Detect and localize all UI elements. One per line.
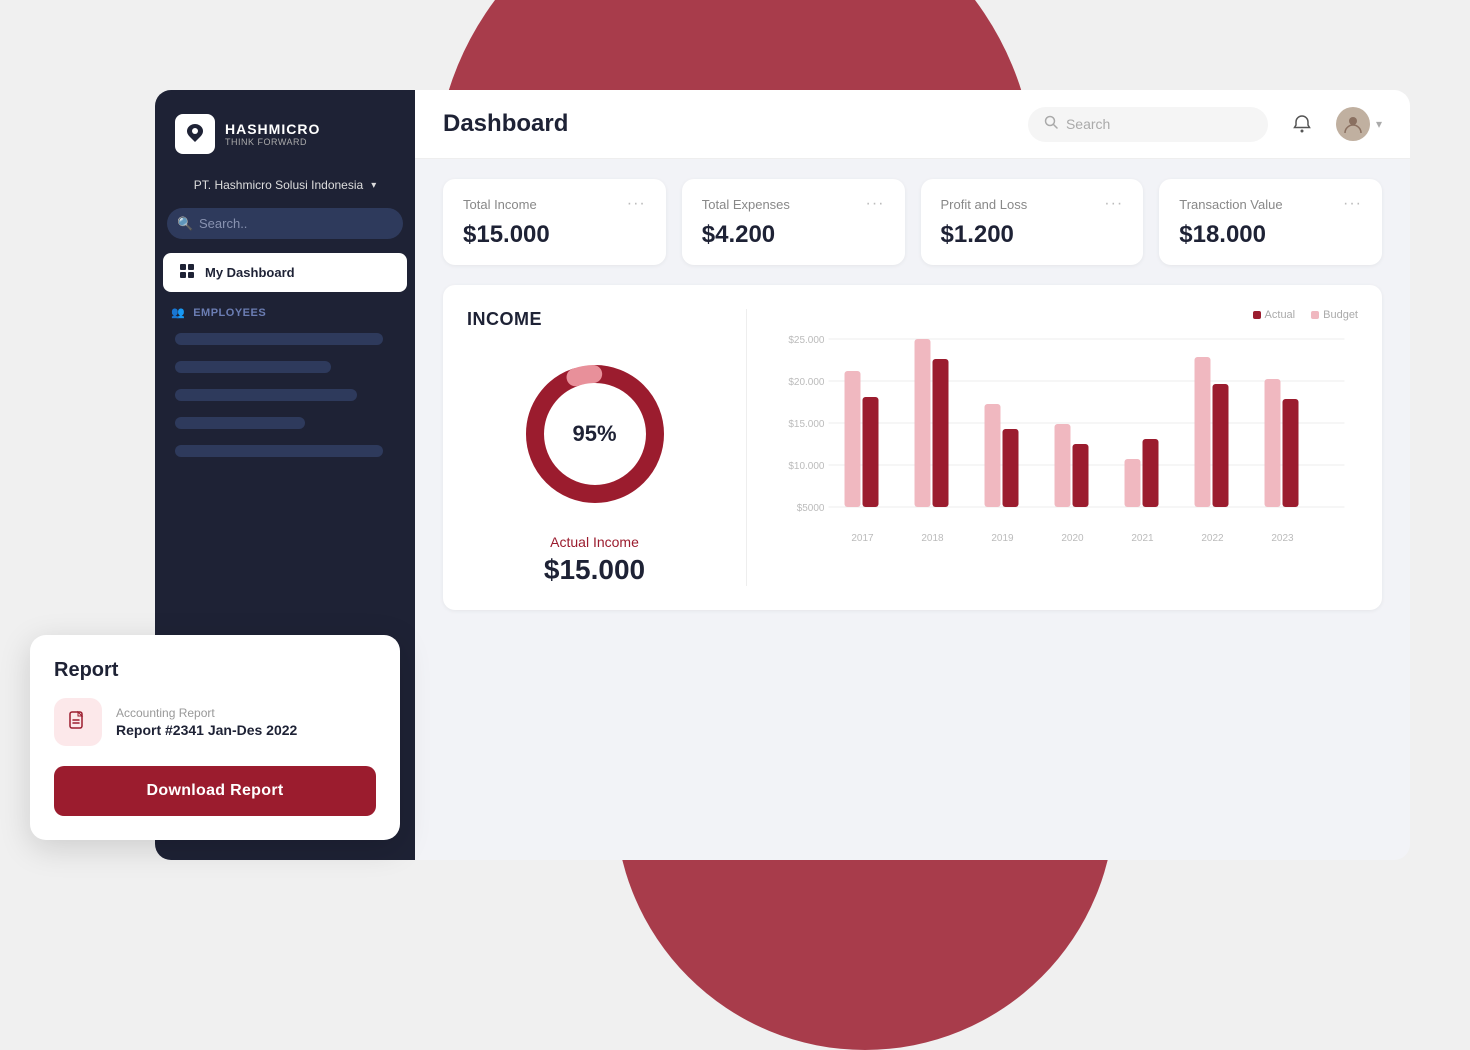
sidebar-item-dashboard[interactable]: My Dashboard — [163, 253, 407, 292]
search-bar-icon — [1044, 115, 1058, 134]
svg-text:2017: 2017 — [851, 533, 874, 544]
report-file-icon — [54, 698, 102, 746]
main-content: Dashboard — [415, 90, 1410, 860]
skeleton-item-5 — [175, 445, 383, 457]
svg-text:$5000: $5000 — [797, 503, 825, 514]
sidebar-logo: HASHMICRO THINK FORWARD — [155, 90, 415, 170]
kpi-transaction-more[interactable]: ··· — [1343, 195, 1362, 213]
skeleton-item-2 — [175, 361, 331, 373]
skeleton-item-1 — [175, 333, 383, 345]
bar-chart-container: $25.000 $20.000 $15.000 $10.000 $5000 20… — [771, 329, 1358, 586]
svg-text:2022: 2022 — [1201, 533, 1224, 544]
report-item: Accounting Report Report #2341 Jan-Des 2… — [54, 698, 376, 746]
kpi-profit-value: $1.200 — [941, 221, 1124, 249]
actual-income-label: Actual Income — [550, 534, 639, 550]
svg-text:2023: 2023 — [1271, 533, 1294, 544]
income-right: Actual Budget — [747, 309, 1358, 586]
top-bar-right: ▾ — [1028, 106, 1382, 142]
actual-income-value: $15.000 — [544, 554, 645, 586]
legend-budget: Budget — [1311, 309, 1358, 321]
kpi-row: Total Income ··· $15.000 Total Expenses … — [443, 179, 1382, 265]
user-menu-button[interactable]: ▾ — [1336, 107, 1382, 141]
kpi-income-value: $15.000 — [463, 221, 646, 249]
legend-budget-dot — [1311, 311, 1319, 319]
kpi-income-more[interactable]: ··· — [627, 195, 646, 213]
svg-text:$15.000: $15.000 — [788, 419, 825, 430]
kpi-expenses-title: Total Expenses — [702, 197, 790, 212]
kpi-transaction-title: Transaction Value — [1179, 197, 1282, 212]
kpi-transaction-value: $18.000 — [1179, 221, 1362, 249]
kpi-card-profit: Profit and Loss ··· $1.200 — [921, 179, 1144, 265]
bar-chart-svg: $25.000 $20.000 $15.000 $10.000 $5000 20… — [771, 329, 1358, 549]
top-bar: Dashboard — [415, 90, 1410, 159]
dashboard-nav-label: My Dashboard — [205, 265, 295, 280]
donut-chart: 95% — [515, 354, 675, 514]
search-input[interactable] — [1066, 116, 1252, 132]
donut-percent-label: 95% — [572, 421, 616, 447]
download-report-button[interactable]: Download Report — [54, 766, 376, 816]
svg-text:2020: 2020 — [1061, 533, 1084, 544]
employees-section-label: 👥 EMPLOYEES — [155, 294, 415, 325]
report-card-title: Report — [54, 659, 376, 682]
income-title: INCOME — [467, 309, 542, 330]
svg-text:2021: 2021 — [1131, 533, 1154, 544]
income-section: INCOME 95% Actual Income — [443, 285, 1382, 610]
report-item-name: Report #2341 Jan-Des 2022 — [116, 722, 297, 738]
kpi-card-expenses: Total Expenses ··· $4.200 — [682, 179, 905, 265]
employees-icon: 👥 — [171, 306, 185, 319]
report-card: Report Accounting Report Report #2341 Ja… — [30, 635, 400, 840]
chart-legend: Actual Budget — [771, 309, 1358, 321]
page-title: Dashboard — [443, 110, 568, 138]
report-info: Accounting Report Report #2341 Jan-Des 2… — [116, 706, 297, 738]
dashboard-body: Total Income ··· $15.000 Total Expenses … — [415, 159, 1410, 860]
logo-icon — [175, 114, 215, 154]
search-bar[interactable] — [1028, 107, 1268, 142]
company-name: PT. Hashmicro Solusi Indonesia — [194, 178, 363, 192]
logo-text: HASHMICRO THINK FORWARD — [225, 121, 320, 147]
income-left: INCOME 95% Actual Income — [467, 309, 747, 586]
svg-text:2018: 2018 — [921, 533, 944, 544]
kpi-card-transaction: Transaction Value ··· $18.000 — [1159, 179, 1382, 265]
sidebar-search[interactable]: 🔍 — [167, 208, 403, 239]
kpi-expenses-value: $4.200 — [702, 221, 885, 249]
brand-tagline: THINK FORWARD — [225, 137, 320, 147]
legend-actual-dot — [1253, 311, 1261, 319]
grid-icon — [179, 263, 195, 282]
brand-name: HASHMICRO — [225, 121, 320, 137]
legend-budget-label: Budget — [1323, 309, 1358, 321]
search-icon: 🔍 — [177, 216, 193, 232]
svg-text:$25.000: $25.000 — [788, 335, 825, 346]
report-item-label: Accounting Report — [116, 706, 297, 720]
svg-text:$20.000: $20.000 — [788, 377, 825, 388]
sidebar-search-input[interactable] — [167, 208, 403, 239]
sidebar-company[interactable]: PT. Hashmicro Solusi Indonesia ▾ — [155, 170, 415, 204]
kpi-expenses-more[interactable]: ··· — [866, 195, 885, 213]
legend-actual: Actual — [1253, 309, 1296, 321]
kpi-profit-title: Profit and Loss — [941, 197, 1028, 212]
kpi-income-title: Total Income — [463, 197, 537, 212]
svg-text:$10.000: $10.000 — [788, 461, 825, 472]
notification-button[interactable] — [1284, 106, 1320, 142]
kpi-card-income: Total Income ··· $15.000 — [443, 179, 666, 265]
chevron-down-icon: ▾ — [371, 180, 376, 191]
skeleton-item-4 — [175, 417, 305, 429]
skeleton-item-3 — [175, 389, 357, 401]
kpi-profit-more[interactable]: ··· — [1104, 195, 1123, 213]
avatar — [1336, 107, 1370, 141]
svg-text:2019: 2019 — [991, 533, 1014, 544]
legend-actual-label: Actual — [1265, 309, 1296, 321]
chevron-down-icon: ▾ — [1376, 117, 1382, 131]
